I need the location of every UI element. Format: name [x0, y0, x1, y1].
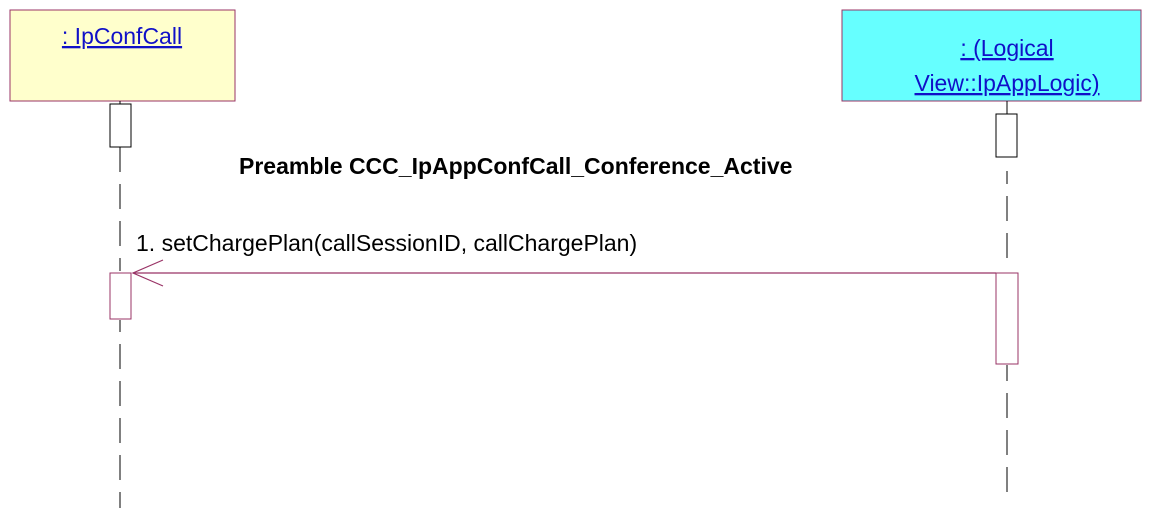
participant-ipapplogic: : (Logical View::IpAppLogic) [841, 9, 1142, 102]
participant-ipapplogic-label-line2: View::IpAppLogic) [915, 70, 1100, 96]
activation-bar-ipconfcall-message [109, 272, 132, 320]
activation-bar-ipapplogic-preamble [995, 113, 1018, 158]
participant-ipapplogic-label-line1: : (Logical [960, 35, 1053, 61]
diagram-canvas: : IpConfCall : (Logical View::IpAppLogic… [9, 9, 1142, 508]
sequence-diagram: : IpConfCall : (Logical View::IpAppLogic… [0, 0, 1165, 508]
message-label: 1. setChargePlan(callSessionID, callChar… [136, 230, 637, 256]
participant-ipconfcall-label: : IpConfCall [62, 23, 182, 49]
preamble-label: Preamble CCC_IpAppConfCall_Conference_Ac… [239, 153, 792, 179]
participant-ipconfcall: : IpConfCall [9, 9, 236, 102]
message-arrow [131, 259, 996, 287]
activation-bar-ipapplogic-message [995, 272, 1019, 365]
activation-bar-ipconfcall-preamble [109, 103, 132, 148]
